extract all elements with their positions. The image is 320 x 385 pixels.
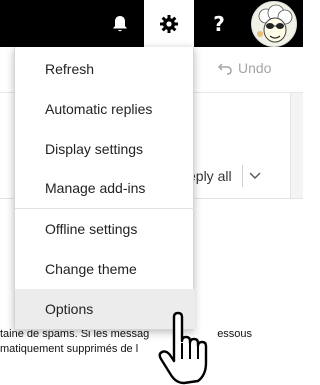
bell-icon xyxy=(113,15,127,31)
settings-button[interactable] xyxy=(144,0,194,47)
chevron-down-icon[interactable] xyxy=(248,168,262,182)
notifications-button[interactable] xyxy=(96,0,144,47)
menu-item-manage-add-ins[interactable]: Manage add-ins xyxy=(15,168,195,208)
undo-button[interactable]: Undo xyxy=(218,60,271,76)
help-button[interactable]: ? xyxy=(194,0,244,47)
menu-item-automatic-replies[interactable]: Automatic replies xyxy=(15,89,195,129)
gear-icon xyxy=(160,14,178,33)
help-icon: ? xyxy=(213,11,225,36)
menu-item-offline-settings[interactable]: Offline settings xyxy=(15,209,195,249)
account-avatar-button[interactable] xyxy=(244,0,303,47)
reply-all-separator xyxy=(242,165,243,187)
menu-item-change-theme[interactable]: Change theme xyxy=(15,249,195,289)
sheep-avatar-icon xyxy=(250,0,297,47)
reading-pane-edge xyxy=(290,93,303,198)
menu-item-display-settings[interactable]: Display settings xyxy=(15,129,195,169)
hand-pointer-cursor-icon xyxy=(158,311,208,385)
undo-icon xyxy=(218,63,232,75)
settings-menu: Refresh Automatic replies Display settin… xyxy=(14,47,195,330)
undo-label: Undo xyxy=(238,60,272,76)
top-navigation-bar: ? xyxy=(0,0,303,47)
menu-item-refresh[interactable]: Refresh xyxy=(15,49,195,89)
